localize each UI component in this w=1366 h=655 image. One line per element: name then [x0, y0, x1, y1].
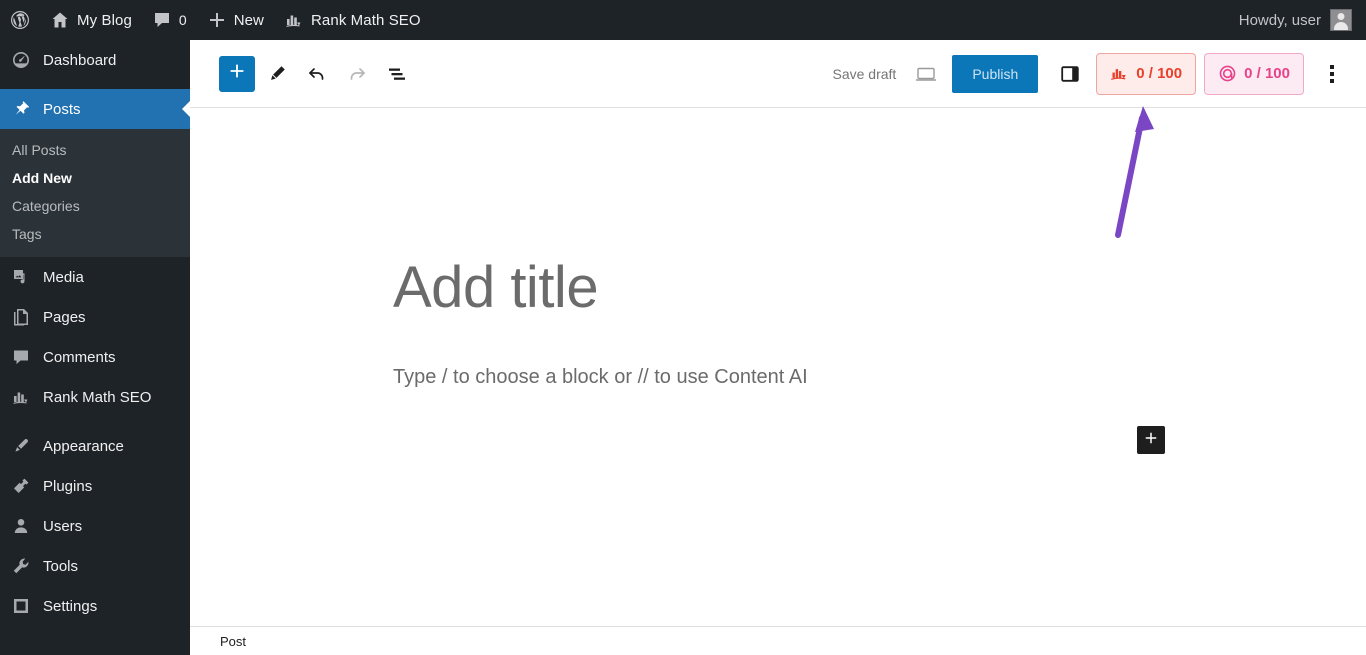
media-icon	[11, 267, 31, 287]
kebab-dot	[1330, 78, 1334, 83]
plug-icon	[11, 476, 31, 496]
site-name-menu[interactable]: My Blog	[40, 0, 142, 40]
document-outline-button[interactable]	[379, 56, 415, 92]
sidebar-item-tags[interactable]: Tags	[0, 220, 190, 248]
seo-score-value: 0 / 100	[1136, 65, 1183, 82]
sidebar-item-settings[interactable]: Settings	[0, 586, 190, 626]
posts-submenu: All Posts Add New Categories Tags	[0, 129, 190, 257]
publish-button[interactable]: Publish	[952, 54, 1039, 93]
undo-icon	[305, 62, 329, 86]
sidebar-item-rank-math-seo[interactable]: Rank Math SEO	[0, 377, 190, 417]
avatar-icon	[1330, 9, 1352, 31]
brush-icon	[11, 436, 31, 456]
kebab-dot	[1330, 71, 1334, 76]
content-ai-score-badge[interactable]: 0 / 100	[1204, 52, 1304, 95]
default-block-prompt[interactable]: Type / to choose a block or // to use Co…	[393, 366, 808, 389]
user-icon	[11, 516, 31, 536]
redo-icon	[345, 62, 369, 86]
content-ai-icon	[1218, 64, 1237, 83]
new-content-menu[interactable]: New	[197, 0, 274, 40]
sidebar-item-label: Rank Math SEO	[43, 388, 152, 406]
save-draft-button[interactable]: Save draft	[821, 66, 909, 82]
new-content-label: New	[233, 11, 264, 29]
howdy-label: Howdy, user	[1238, 11, 1321, 29]
sidebar-separator	[0, 80, 190, 89]
admin-sidebar: Dashboard Posts All Posts Add New Catego…	[0, 40, 190, 655]
editor-footer: Post	[190, 626, 1366, 655]
sidebar-item-label: Media	[43, 268, 84, 286]
sidebar-item-label: Appearance	[43, 437, 124, 455]
undo-button[interactable]	[299, 56, 335, 92]
sidebar-item-label: Plugins	[43, 477, 93, 495]
redo-button[interactable]	[339, 56, 375, 92]
comment-icon	[11, 347, 31, 367]
sidebar-item-tools[interactable]: Tools	[0, 546, 190, 586]
sidebar-item-label: Settings	[43, 597, 98, 615]
post-title-input[interactable]: Add title	[393, 254, 599, 321]
tools-pencil-button[interactable]	[259, 56, 295, 92]
sidebar-item-appearance[interactable]: Appearance	[0, 426, 190, 466]
sidebar-item-plugins[interactable]: Plugins	[0, 466, 190, 506]
sidebar-item-users[interactable]: Users	[0, 506, 190, 546]
home-icon	[50, 10, 70, 30]
editor-top-bar: Save draft Publish 0 / 100 0 / 100	[190, 40, 1366, 108]
sidebar-item-label: Tools	[43, 557, 79, 575]
sidebar-item-label: Dashboard	[43, 51, 117, 69]
plus-icon	[226, 60, 248, 87]
preview-button[interactable]	[908, 56, 944, 92]
kebab-dot	[1330, 64, 1334, 69]
sidebar-item-all-posts[interactable]: All Posts	[0, 136, 190, 164]
sidebar-item-posts[interactable]: Posts	[0, 89, 190, 129]
editor-canvas[interactable]: Add title Type / to choose a block or //…	[190, 108, 1366, 626]
sidebar-item-categories[interactable]: Categories	[0, 192, 190, 220]
pin-icon	[11, 99, 31, 119]
settings-sidebar-toggle[interactable]	[1052, 56, 1088, 92]
add-block-button[interactable]	[219, 55, 255, 92]
site-name-label: My Blog	[77, 11, 132, 29]
settings-icon	[11, 596, 31, 616]
editor-toolbar-right: Save draft Publish 0 / 100 0 / 100	[821, 52, 1366, 95]
options-menu-button[interactable]	[1314, 54, 1350, 94]
sidebar-separator	[0, 417, 190, 426]
rank-math-icon	[11, 387, 31, 407]
sidebar-item-media[interactable]: Media	[0, 257, 190, 297]
sidebar-item-label: Users	[43, 517, 83, 535]
rank-math-menu[interactable]: Rank Math SEO	[274, 0, 431, 40]
sidebar-item-pages[interactable]: Pages	[0, 297, 190, 337]
admin-bar: My Blog 0 New Rank Math SEO Howdy, user	[0, 0, 1366, 40]
content-ai-score-value: 0 / 100	[1244, 65, 1290, 82]
rank-math-icon	[284, 10, 304, 30]
sidebar-item-comments[interactable]: Comments	[0, 337, 190, 377]
dashboard-icon	[11, 50, 31, 70]
comment-icon	[152, 10, 172, 30]
wrench-icon	[11, 556, 31, 576]
wordpress-icon	[10, 10, 30, 30]
block-editor: Save draft Publish 0 / 100 0 / 100 Add t…	[190, 40, 1366, 655]
comments-count: 0	[178, 12, 187, 28]
pages-icon	[11, 307, 31, 327]
document-outline-icon	[385, 62, 409, 86]
preview-laptop-icon	[913, 61, 939, 87]
account-menu[interactable]: Howdy, user	[1239, 9, 1366, 31]
sidebar-toggle-icon	[1058, 62, 1082, 86]
sidebar-item-label: Pages	[43, 308, 86, 326]
sidebar-item-add-new[interactable]: Add New	[0, 164, 190, 192]
sidebar-item-label: Posts	[43, 100, 81, 118]
rank-math-label: Rank Math SEO	[311, 11, 421, 29]
wordpress-logo-menu[interactable]	[0, 0, 40, 40]
seo-score-badge[interactable]: 0 / 100	[1096, 52, 1197, 95]
comments-bubble[interactable]: 0	[142, 0, 197, 40]
plus-icon	[207, 10, 227, 30]
breadcrumb[interactable]: Post	[190, 634, 246, 649]
plus-icon	[1142, 429, 1160, 452]
sidebar-item-dashboard[interactable]: Dashboard	[0, 40, 190, 80]
editor-toolbar-left	[190, 55, 415, 92]
pencil-icon	[265, 62, 289, 86]
sidebar-item-label: Comments	[43, 348, 116, 366]
inline-block-inserter[interactable]	[1137, 426, 1165, 454]
rank-math-icon	[1110, 64, 1129, 83]
